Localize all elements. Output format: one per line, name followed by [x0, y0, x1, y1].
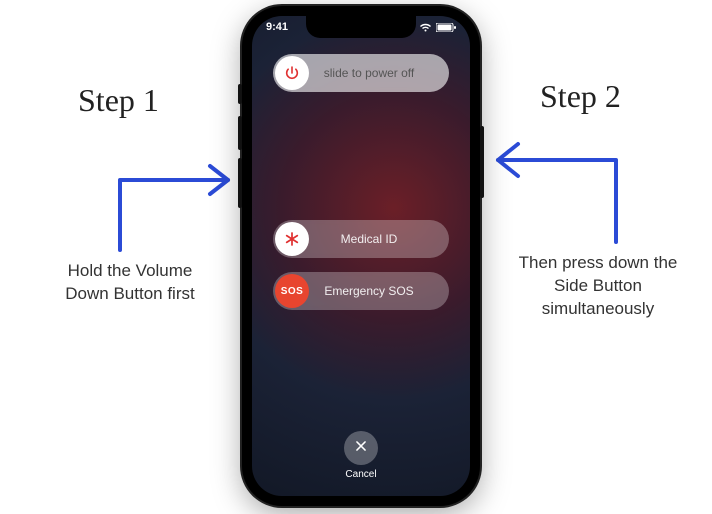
battery-icon: [436, 23, 456, 32]
step1-title: Step 1: [78, 82, 159, 119]
emergency-sos-slider[interactable]: SOS Emergency SOS: [273, 272, 449, 310]
notch: [306, 16, 416, 38]
wifi-icon: [419, 23, 432, 32]
arrow-step1: [110, 124, 250, 259]
volume-up-button[interactable]: [238, 116, 242, 150]
arrow-step2: [486, 112, 636, 257]
medical-id-label: Medical ID: [311, 232, 449, 246]
power-off-label: slide to power off: [311, 66, 449, 80]
emergency-sos-label: Emergency SOS: [311, 284, 449, 298]
volume-down-button[interactable]: [238, 158, 242, 208]
cancel-label: Cancel: [345, 469, 376, 480]
step2-description: Then press down the Side Button simultan…: [518, 252, 678, 321]
close-icon: [354, 439, 368, 458]
power-off-slider[interactable]: slide to power off: [273, 54, 449, 92]
sos-icon: SOS: [275, 274, 309, 308]
asterisk-icon: [275, 222, 309, 256]
mute-switch[interactable]: [238, 84, 242, 104]
power-icon: [275, 56, 309, 90]
cancel-button[interactable]: [344, 431, 378, 465]
status-time: 9:41: [266, 21, 288, 33]
side-button[interactable]: [480, 126, 484, 198]
medical-id-slider[interactable]: Medical ID: [273, 220, 449, 258]
iphone-frame: 9:41 sli: [242, 6, 480, 506]
phone-screen: 9:41 sli: [252, 16, 470, 496]
step2-title: Step 2: [540, 78, 621, 115]
step1-description: Hold the Volume Down Button first: [60, 260, 200, 306]
